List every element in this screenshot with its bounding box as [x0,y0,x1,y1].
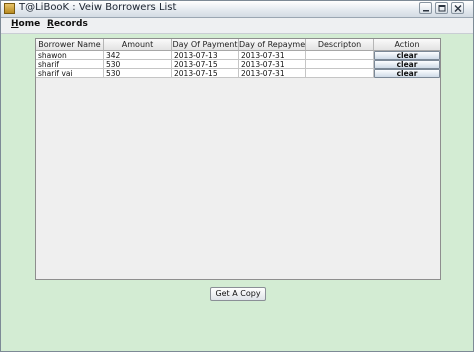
cell-description[interactable] [306,51,374,60]
maximize-icon [438,5,446,12]
cell-borrower-name[interactable]: sharif vai [36,69,104,78]
clear-button[interactable]: clear [374,60,440,69]
get-a-copy-button[interactable]: Get A Copy [210,287,266,301]
app-window: T@LiBooK : Veiw Borrowers List Home Reco… [0,0,474,352]
close-icon [454,5,462,12]
borrowers-table: Borrower Name Amount Day Of Payment Day … [35,38,441,280]
column-header-day-of-payment[interactable]: Day Of Payment [172,39,239,51]
menu-records[interactable]: Records [47,19,88,29]
app-logo-icon [4,3,15,14]
clear-button[interactable]: clear [374,69,440,78]
cell-day-of-payment[interactable]: 2013-07-13 [172,51,239,60]
cell-day-of-repayment[interactable]: 2013-07-31 [239,51,306,60]
menu-home[interactable]: Home [11,19,40,29]
cell-amount[interactable]: 342 [104,51,172,60]
column-header-action[interactable]: Action [374,39,440,51]
column-header-borrower-name[interactable]: Borrower Name [36,39,104,51]
cell-description[interactable] [306,60,374,69]
window-title: T@LiBooK : Veiw Borrowers List [19,2,177,13]
cell-day-of-payment[interactable]: 2013-07-15 [172,69,239,78]
minimize-icon [423,10,429,12]
cell-day-of-repayment[interactable]: 2013-07-31 [239,60,306,69]
menu-bar: Home Records [1,18,473,34]
minimize-button[interactable] [419,2,432,14]
cell-description[interactable] [306,69,374,78]
cell-borrower-name[interactable]: shawon [36,51,104,60]
cell-day-of-repayment[interactable]: 2013-07-31 [239,69,306,78]
cell-amount[interactable]: 530 [104,69,172,78]
close-button[interactable] [451,2,464,14]
column-header-description[interactable]: Descripton [306,39,374,51]
clear-button[interactable]: clear [374,51,440,60]
cell-amount[interactable]: 530 [104,60,172,69]
cell-day-of-payment[interactable]: 2013-07-15 [172,60,239,69]
maximize-button[interactable] [435,2,448,14]
cell-borrower-name[interactable]: sharif [36,60,104,69]
column-header-day-of-repayment[interactable]: Day of Repayment [239,39,306,51]
column-header-amount[interactable]: Amount [104,39,172,51]
title-bar[interactable]: T@LiBooK : Veiw Borrowers List [1,1,473,18]
